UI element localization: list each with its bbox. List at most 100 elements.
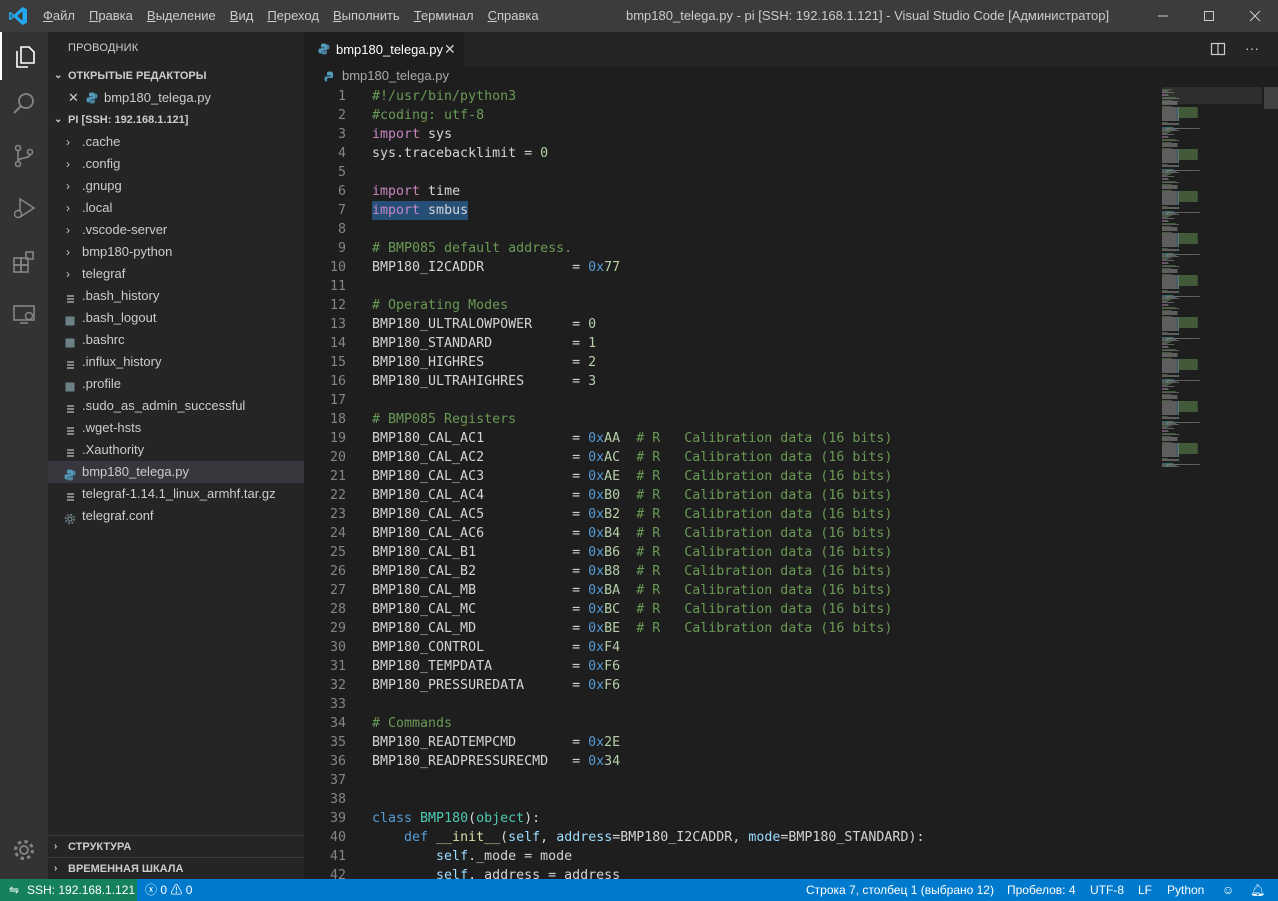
search-activity-button[interactable]	[0, 80, 48, 128]
code-line[interactable]: 9 # BMP085 default address.	[304, 239, 1204, 258]
code-line[interactable]: 22 BMP180_CAL_AC4 = 0xB0 # R Calibration …	[304, 486, 1204, 505]
code-line[interactable]: 24 BMP180_CAL_AC6 = 0xB4 # R Calibration …	[304, 524, 1204, 543]
code-line[interactable]: 39 class BMP180(object):	[304, 809, 1204, 828]
language-mode[interactable]: Python	[1167, 879, 1204, 901]
menu-item[interactable]: Вид	[223, 0, 261, 32]
menu-item[interactable]: Выделение	[140, 0, 223, 32]
menu-item[interactable]: Терминал	[407, 0, 481, 32]
open-editors-header[interactable]: ⌄ ОТКРЫТЫЕ РЕДАКТОРЫ	[48, 65, 304, 87]
code-line[interactable]: 15 BMP180_HIGHRES = 2	[304, 353, 1204, 372]
code-line[interactable]: 28 BMP180_CAL_MC = 0xBC # R Calibration d…	[304, 600, 1204, 619]
code-line[interactable]: 21 BMP180_CAL_AC3 = 0xAE # R Calibration …	[304, 467, 1204, 486]
tree-file[interactable]: .profile	[48, 373, 304, 395]
code-line[interactable]: 20 BMP180_CAL_AC2 = 0xAC # R Calibration …	[304, 448, 1204, 467]
code-line[interactable]: 4 sys.tracebacklimit = 0	[304, 144, 1204, 163]
menu-item[interactable]: Выполнить	[326, 0, 407, 32]
code-line[interactable]: 13 BMP180_ULTRALOWPOWER = 0	[304, 315, 1204, 334]
code-line[interactable]: 2 #coding: utf-8	[304, 106, 1204, 125]
tree-file[interactable]: .bashrc	[48, 329, 304, 351]
tree-file[interactable]: .influx_history	[48, 351, 304, 373]
tree-folder[interactable]: › .local	[48, 197, 304, 219]
tree-folder[interactable]: › .gnupg	[48, 175, 304, 197]
timeline-header[interactable]: › ВРЕМЕННАЯ ШКАЛА	[48, 857, 304, 879]
tree-file[interactable]: telegraf.conf	[48, 505, 304, 527]
tree-file[interactable]: .Xauthority	[48, 439, 304, 461]
code-line[interactable]: 10 BMP180_I2CADDR = 0x77	[304, 258, 1204, 277]
code-line[interactable]: 34 # Commands	[304, 714, 1204, 733]
code-line[interactable]: 17	[304, 391, 1204, 410]
code-line[interactable]: 25 BMP180_CAL_B1 = 0xB6 # R Calibration d…	[304, 543, 1204, 562]
tree-folder[interactable]: › telegraf	[48, 263, 304, 285]
code-line[interactable]: 36 BMP180_READPRESSURECMD = 0x34	[304, 752, 1204, 771]
more-actions-icon[interactable]: ···	[1242, 38, 1262, 58]
close-icon[interactable]: ✕	[444, 32, 456, 67]
tree-folder[interactable]: › bmp180-python	[48, 241, 304, 263]
code-line[interactable]: 35 BMP180_READTEMPCMD = 0x2E	[304, 733, 1204, 752]
tree-file[interactable]: .sudo_as_admin_successful	[48, 395, 304, 417]
code-line[interactable]: 16 BMP180_ULTRAHIGHRES = 3	[304, 372, 1204, 391]
code-line[interactable]: 27 BMP180_CAL_MB = 0xBA # R Calibration d…	[304, 581, 1204, 600]
cursor-position[interactable]: Строка 7, столбец 1 (выбрано 12)	[806, 879, 994, 901]
code-line[interactable]: 37	[304, 771, 1204, 790]
tree-file[interactable]: .bash_logout	[48, 307, 304, 329]
code-line[interactable]: 12 # Operating Modes	[304, 296, 1204, 315]
code-line[interactable]: 3 import sys	[304, 125, 1204, 144]
code-line[interactable]: 7 import smbus	[304, 201, 1204, 220]
explorer-activity-button[interactable]	[0, 32, 48, 80]
code-line[interactable]: 42 self._address = address	[304, 866, 1204, 879]
code-line[interactable]: 23 BMP180_CAL_AC5 = 0xB2 # R Calibration …	[304, 505, 1204, 524]
code-line[interactable]: 6 import time	[304, 182, 1204, 201]
scrollbar-thumb[interactable]	[1264, 87, 1278, 109]
tree-folder[interactable]: › .config	[48, 153, 304, 175]
code-line[interactable]: 5	[304, 163, 1204, 182]
manage-activity-button[interactable]	[0, 826, 48, 874]
code-line[interactable]: 26 BMP180_CAL_B2 = 0xB8 # R Calibration d…	[304, 562, 1204, 581]
encoding[interactable]: UTF-8	[1090, 879, 1124, 901]
tree-file[interactable]: .bash_history	[48, 285, 304, 307]
code-line[interactable]: 14 BMP180_STANDARD = 1	[304, 334, 1204, 353]
code-line[interactable]: 40 def __init__(self, address=BMP180_I2C…	[304, 828, 1204, 847]
code-line[interactable]: 29 BMP180_CAL_MD = 0xBE # R Calibration d…	[304, 619, 1204, 638]
split-editor-button[interactable]	[1210, 41, 1226, 57]
source-control-activity-button[interactable]	[0, 132, 48, 180]
code-line[interactable]: 33	[304, 695, 1204, 714]
tree-file[interactable]: telegraf-1.14.1_linux_armhf.tar.gz	[48, 483, 304, 505]
code-line[interactable]: 1 #!/usr/bin/python3	[304, 87, 1204, 106]
run-debug-activity-button[interactable]	[0, 184, 48, 232]
minimap[interactable]	[1162, 87, 1262, 879]
extensions-activity-button[interactable]	[0, 238, 48, 286]
code-line[interactable]: 41 self._mode = mode	[304, 847, 1204, 866]
code-line[interactable]: 11	[304, 277, 1204, 296]
close-window-button[interactable]	[1232, 0, 1278, 32]
tree-folder[interactable]: › .vscode-server	[48, 219, 304, 241]
close-icon[interactable]: ✕	[68, 87, 79, 109]
code-line[interactable]: 31 BMP180_TEMPDATA = 0xF6	[304, 657, 1204, 676]
code-line[interactable]: 19 BMP180_CAL_AC1 = 0xAA # R Calibration …	[304, 429, 1204, 448]
remote-indicator[interactable]: ⇋ SSH: 192.168.1.121	[0, 879, 137, 901]
tree-file[interactable]: .wget-hsts	[48, 417, 304, 439]
tree-file[interactable]: bmp180_telega.py	[48, 461, 304, 483]
tree-folder[interactable]: › .cache	[48, 131, 304, 153]
indentation[interactable]: Пробелов: 4	[1007, 879, 1076, 901]
editor-scrollbar[interactable]	[1264, 87, 1278, 879]
workspace-header[interactable]: ⌄ PI [SSH: 192.168.1.121]	[48, 109, 304, 131]
outline-header[interactable]: › СТРУКТУРА	[48, 835, 304, 857]
maximize-button[interactable]	[1186, 0, 1232, 32]
code-line[interactable]: 30 BMP180_CONTROL = 0xF4	[304, 638, 1204, 657]
code-line[interactable]: 32 BMP180_PRESSUREDATA = 0xF6	[304, 676, 1204, 695]
remote-explorer-activity-button[interactable]	[0, 290, 48, 338]
code-line[interactable]: 8	[304, 220, 1204, 239]
menu-item[interactable]: Файл	[36, 0, 82, 32]
code-line[interactable]: 38	[304, 790, 1204, 809]
code-editor[interactable]: 1 #!/usr/bin/python3 2 #coding: utf-8 3 impor…	[304, 87, 1278, 879]
feedback-icon[interactable]: ☺	[1222, 879, 1234, 901]
breadcrumb-file[interactable]: bmp180_telega.py	[342, 67, 449, 85]
open-editor-item[interactable]: ✕ bmp180_telega.py	[48, 87, 304, 109]
notifications-icon[interactable]: 🔔︎	[1250, 879, 1265, 901]
tab-bmp180-telega[interactable]: bmp180_telega.py ✕	[304, 32, 464, 67]
menu-item[interactable]: Правка	[82, 0, 140, 32]
minimize-button[interactable]	[1140, 0, 1186, 32]
problems-indicator[interactable]: ⓧ 0 ⚠ 0	[145, 879, 192, 901]
code-line[interactable]: 18 # BMP085 Registers	[304, 410, 1204, 429]
end-of-line[interactable]: LF	[1138, 879, 1152, 901]
